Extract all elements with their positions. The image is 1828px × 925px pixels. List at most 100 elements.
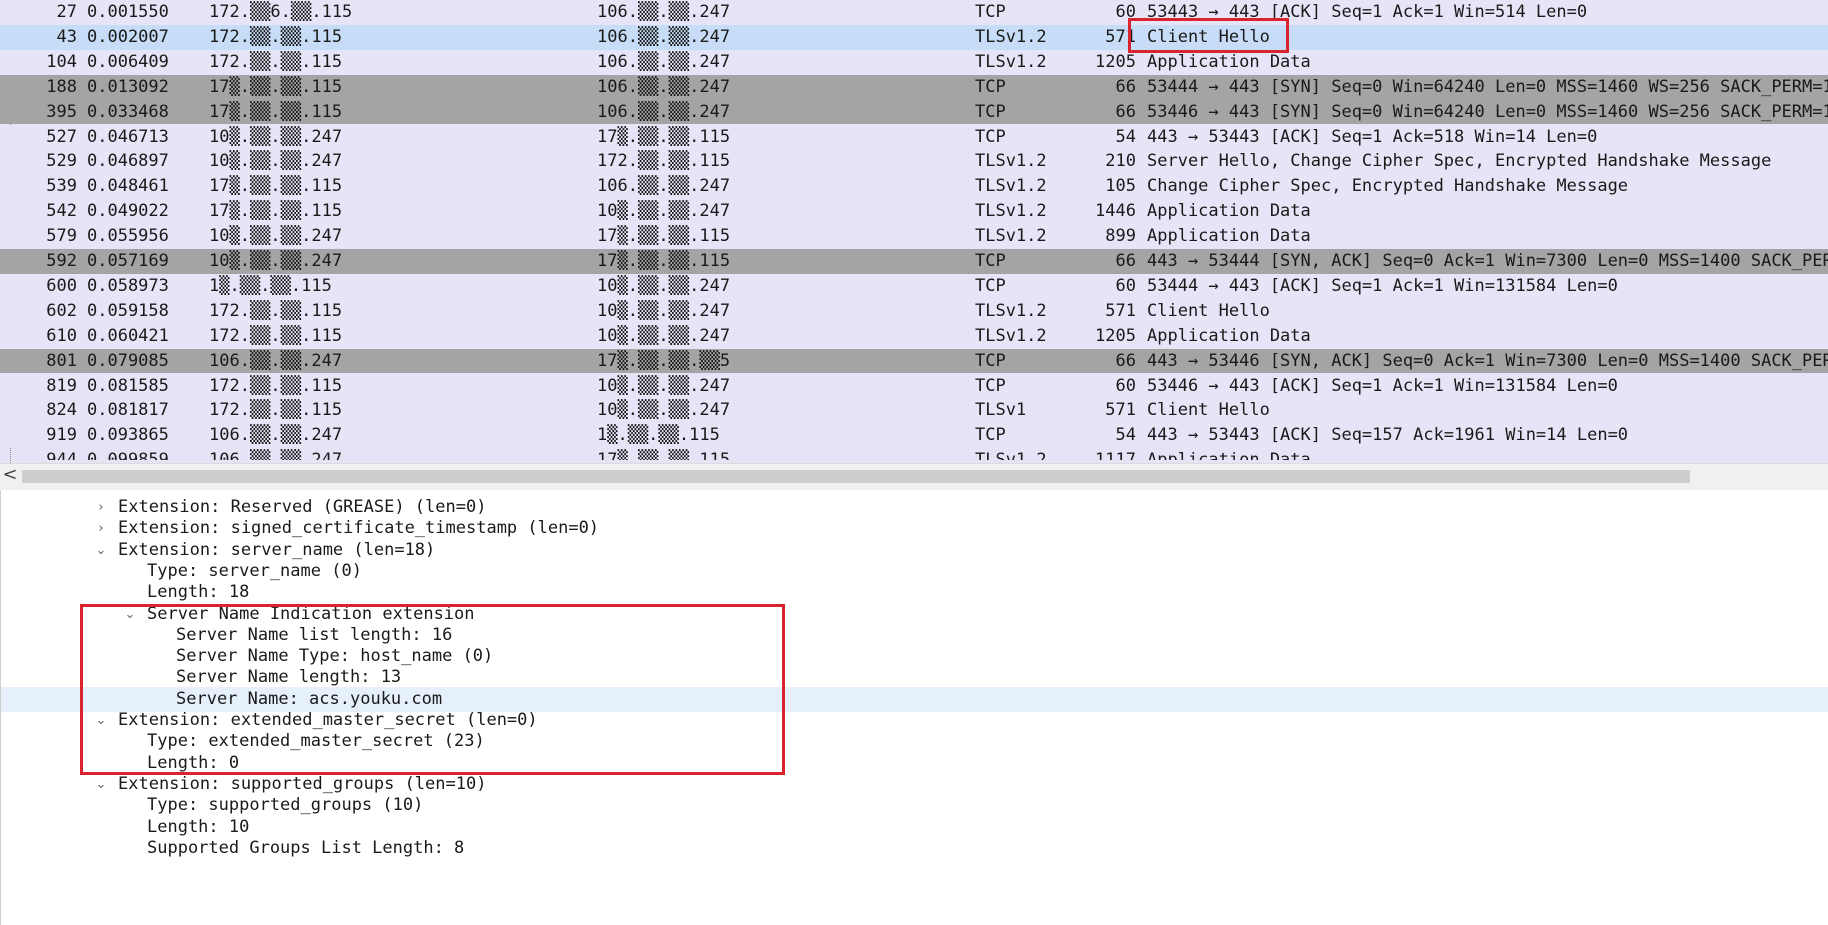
packet-proto-cell: TCP xyxy=(975,251,1006,271)
packet-src-cell: 172.▒▒.▒▒.115 xyxy=(209,51,343,72)
packet-dst-cell: 106.▒▒.▒▒.247 xyxy=(597,76,731,97)
packet-no-cell: 395 xyxy=(46,101,77,122)
packet-len-cell: 1205 xyxy=(1095,325,1136,346)
packet-no-cell: 43 xyxy=(56,26,77,47)
packet-src-cell: 17▒.▒▒.▒▒.115 xyxy=(209,176,343,197)
packet-row[interactable]: 819 0.081585 172.▒▒.▒▒.115 10▒.▒▒.▒▒.247 TCP… xyxy=(0,373,1828,399)
packet-row[interactable]: 527 0.046713 10▒.▒▒.▒▒.247 17▒.▒▒.▒▒.115 TCP… xyxy=(0,124,1828,150)
packet-row[interactable]: 529 0.046897 10▒.▒▒.▒▒.247 172.▒▒.▒▒.115 TLS… xyxy=(0,149,1828,175)
packet-row[interactable]: 801 0.079085 106.▒▒.▒▒.247 17▒.▒▒.▒▒.▒▒5 TCP… xyxy=(0,348,1828,374)
packet-src-cell: 106.▒▒.▒▒.247 xyxy=(209,450,343,461)
packet-row[interactable]: 395 0.033468 17▒.▒▒.▒▒.115 106.▒▒.▒▒.247 TCP… xyxy=(0,99,1828,125)
scrollbar-thumb[interactable] xyxy=(22,470,1690,483)
packet-len-cell: 571 xyxy=(1105,300,1136,321)
packet-len-cell: 66 xyxy=(1115,101,1136,122)
packet-proto-cell: TLSv1.2 xyxy=(975,51,1047,72)
packet-len-cell: 54 xyxy=(1115,425,1136,446)
packet-proto-cell: TLSv1.2 xyxy=(975,325,1047,346)
packet-len-cell: 571 xyxy=(1105,26,1136,47)
packet-dst-cell: 106.▒▒.▒▒.247 xyxy=(597,2,731,22)
packet-no-cell: 188 xyxy=(46,76,77,97)
packet-src-cell: 172.▒▒6.▒▒.115 xyxy=(209,2,353,22)
packet-row[interactable]: 27 0.001550 172.▒▒6.▒▒.115 106.▒▒.▒▒.247 TCP… xyxy=(0,0,1828,25)
packet-time-cell: 0.002007 xyxy=(87,26,169,47)
packet-dst-cell: 17▒.▒▒.▒▒.115 xyxy=(597,450,731,461)
packet-len-cell: 899 xyxy=(1105,226,1136,247)
packet-info-cell: 53446 → 443 [ACK] Seq=1 Ack=1 Win=131584… xyxy=(1147,375,1618,396)
packet-row[interactable]: 104 0.006409 172.▒▒.▒▒.115 106.▒▒.▒▒.247 TLS… xyxy=(0,49,1828,75)
packet-no-cell: 542 xyxy=(46,201,77,222)
packet-row[interactable]: 539 0.048461 17▒.▒▒.▒▒.115 106.▒▒.▒▒.247 TLS… xyxy=(0,174,1828,200)
packet-row[interactable]: 592 0.057169 10▒.▒▒.▒▒.247 17▒.▒▒.▒▒.115 TCP… xyxy=(0,249,1828,274)
detail-field-text: Supported Groups List Length: 8 xyxy=(147,837,465,858)
horizontal-scrollbar[interactable]: < xyxy=(0,463,1828,491)
packet-time-cell: 0.046713 xyxy=(87,126,169,147)
packet-dst-cell: 17▒.▒▒.▒▒.▒▒5 xyxy=(597,350,731,371)
packet-info-cell: 443 → 53443 [ACK] Seq=157 Ack=1961 Win=1… xyxy=(1147,425,1629,446)
packet-time-cell: 0.057169 xyxy=(87,251,169,271)
packet-src-cell: 10▒.▒▒.▒▒.247 xyxy=(209,126,343,147)
packet-src-cell: 17▒.▒▒.▒▒.115 xyxy=(209,76,343,97)
packet-row[interactable]: 542 0.049022 17▒.▒▒.▒▒.115 10▒.▒▒.▒▒.247 TLS… xyxy=(0,199,1828,225)
packet-info-cell: Application Data xyxy=(1147,201,1311,222)
packet-no-cell: 602 xyxy=(46,300,77,321)
packet-len-cell: 60 xyxy=(1115,2,1136,22)
packet-info-cell: Client Hello xyxy=(1147,300,1270,321)
packet-len-cell: 105 xyxy=(1105,176,1136,197)
packet-no-cell: 529 xyxy=(46,151,77,172)
packet-proto-cell: TLSv1.2 xyxy=(975,226,1047,247)
packet-len-cell: 1117 xyxy=(1095,450,1136,461)
packet-src-cell: 172.▒▒.▒▒.115 xyxy=(209,375,343,396)
packet-row[interactable]: 610 0.060421 172.▒▒.▒▒.115 10▒.▒▒.▒▒.247 TLS… xyxy=(0,323,1828,349)
packet-src-cell: 10▒.▒▒.▒▒.247 xyxy=(209,151,343,172)
packet-info-cell: Application Data xyxy=(1147,226,1311,247)
packet-time-cell: 0.055956 xyxy=(87,226,169,247)
packet-row[interactable]: 188 0.013092 17▒.▒▒.▒▒.115 106.▒▒.▒▒.247 TCP… xyxy=(0,74,1828,100)
packet-details-tree[interactable]: › Extension: Reserved (GREASE) (len=0) › Ex… xyxy=(0,490,1828,925)
packet-row-selected[interactable]: 43 0.002007 172.▒▒.▒▒.115 106.▒▒.▒▒.247 TLSv… xyxy=(0,24,1828,50)
packet-info-cell: 53443 → 443 [ACK] Seq=1 Ack=1 Win=514 Le… xyxy=(1147,2,1588,22)
scroll-left-arrow-icon[interactable]: < xyxy=(0,464,20,490)
packet-time-cell: 0.099859 xyxy=(87,450,169,461)
packet-src-cell: 17▒.▒▒.▒▒.115 xyxy=(209,101,343,122)
packet-row[interactable]: 919 0.093865 106.▒▒.▒▒.247 1▒.▒▒.▒▒.115 TCP 5… xyxy=(0,423,1828,449)
packet-proto-cell: TLSv1.2 xyxy=(975,26,1047,47)
packet-dst-cell: 17▒.▒▒.▒▒.115 xyxy=(597,226,731,247)
packet-list[interactable]: 27 0.001550 172.▒▒6.▒▒.115 106.▒▒.▒▒.247 TCP… xyxy=(0,0,1828,463)
packet-row[interactable]: 824 0.081817 172.▒▒.▒▒.115 10▒.▒▒.▒▒.247 TLS… xyxy=(0,398,1828,424)
packet-proto-cell: TCP xyxy=(975,350,1006,371)
packet-no-cell: 944 xyxy=(46,450,77,461)
packet-proto-cell: TLSv1.2 xyxy=(975,450,1047,461)
packet-proto-cell: TLSv1.2 xyxy=(975,201,1047,222)
packet-row[interactable]: 600 0.058973 1▒.▒▒.▒▒.115 10▒.▒▒.▒▒.247 TCP 6… xyxy=(0,273,1828,299)
packet-info-cell: 53444 → 443 [ACK] Seq=1 Ack=1 Win=131584… xyxy=(1147,275,1618,296)
packet-time-cell: 0.058973 xyxy=(87,275,169,296)
packet-proto-cell: TLSv1.2 xyxy=(975,300,1047,321)
packet-info-cell: Change Cipher Spec, Encrypted Handshake … xyxy=(1147,176,1629,197)
packet-row[interactable]: 579 0.055956 10▒.▒▒.▒▒.247 17▒.▒▒.▒▒.115 TLS… xyxy=(0,224,1828,249)
packet-info-cell: 53444 → 443 [SYN] Seq=0 Win=64240 Len=0 … xyxy=(1147,76,1828,97)
packet-no-cell: 27 xyxy=(56,2,77,22)
packet-len-cell: 571 xyxy=(1105,400,1136,421)
packet-len-cell: 54 xyxy=(1115,126,1136,147)
packet-time-cell: 0.013092 xyxy=(87,76,169,97)
packet-no-cell: 539 xyxy=(46,176,77,197)
packet-src-cell: 10▒.▒▒.▒▒.247 xyxy=(209,226,343,247)
packet-proto-cell: TCP xyxy=(975,76,1006,97)
packet-no-cell: 824 xyxy=(46,400,77,421)
packet-time-cell: 0.033468 xyxy=(87,101,169,122)
detail-tree-item[interactable]: Supported Groups List Length: 8 xyxy=(0,836,1828,861)
detail-pane-border xyxy=(0,490,1,925)
packet-info-cell: 53446 → 443 [SYN] Seq=0 Win=64240 Len=0 … xyxy=(1147,101,1828,122)
packet-time-cell: 0.006409 xyxy=(87,51,169,72)
packet-info-cell: Application Data xyxy=(1147,325,1311,346)
packet-row[interactable]: 602 0.059158 172.▒▒.▒▒.115 10▒.▒▒.▒▒.247 TLS… xyxy=(0,298,1828,324)
packet-row[interactable]: 944 0.099859 106.▒▒.▒▒.247 17▒.▒▒.▒▒.115 TLS… xyxy=(0,448,1828,460)
packet-info-cell: Server Hello, Change Cipher Spec, Encryp… xyxy=(1147,151,1772,172)
packet-len-cell: 210 xyxy=(1105,151,1136,172)
packet-src-cell: 106.▒▒.▒▒.247 xyxy=(209,425,343,446)
packet-no-cell: 579 xyxy=(46,226,77,247)
packet-time-cell: 0.093865 xyxy=(87,425,169,446)
packet-dst-cell: 10▒.▒▒.▒▒.247 xyxy=(597,325,731,346)
packet-no-cell: 801 xyxy=(46,350,77,371)
